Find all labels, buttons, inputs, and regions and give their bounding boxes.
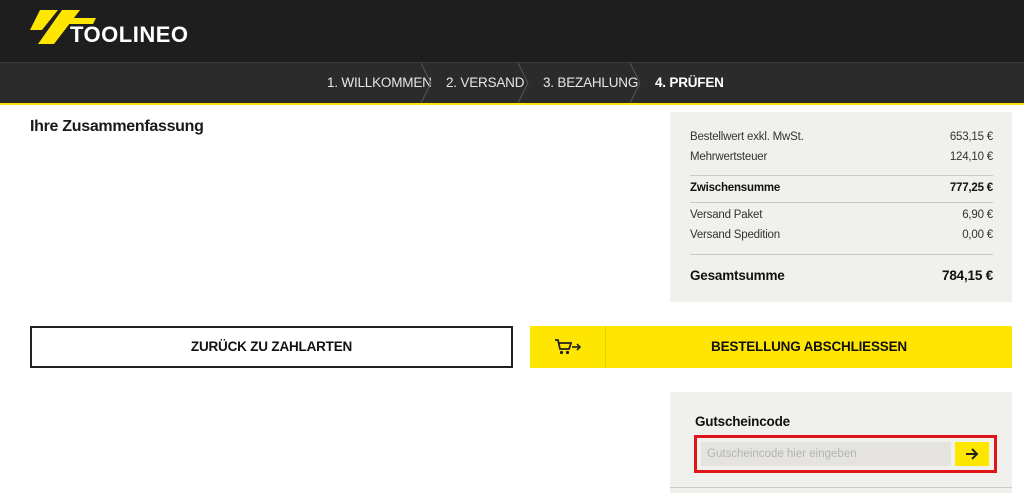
summary-divider: [690, 202, 993, 203]
step-versand[interactable]: 2. VERSAND: [446, 63, 524, 103]
step-separator-icon: [517, 63, 529, 103]
summary-value: 653,15 €: [949, 131, 993, 143]
place-order-label: BESTELLUNG ABSCHLIESSEN: [711, 339, 907, 354]
summary-label: Versand Paket: [690, 209, 763, 221]
step-bezahlung[interactable]: 3. BEZAHLUNG: [543, 63, 638, 103]
step-willkommen[interactable]: 1. WILLKOMMEN: [327, 63, 432, 103]
summary-divider: [690, 175, 993, 176]
cart-arrow-icon: [555, 339, 582, 355]
step-separator-icon: [629, 63, 641, 103]
back-to-payment-button[interactable]: ZURÜCK ZU ZAHLARTEN: [30, 326, 513, 368]
summary-value: 784,15 €: [942, 268, 993, 283]
site-header: TOOLINEO: [0, 0, 1024, 62]
step-pruefen[interactable]: 4. PRÜFEN: [655, 63, 724, 103]
summary-divider: [690, 254, 993, 255]
accent-bar: [0, 103, 1024, 105]
voucher-submit-button[interactable]: [955, 442, 989, 466]
voucher-divider: [670, 487, 1012, 493]
checkout-steps: 1. WILLKOMMEN 2. VERSAND 3. BEZAHLUNG 4.…: [0, 62, 1024, 103]
logo-text: TOOLINEO: [70, 22, 189, 47]
place-order-button[interactable]: BESTELLUNG ABSCHLIESSEN: [530, 326, 1012, 368]
summary-value: 0,00 €: [962, 229, 993, 241]
page-title: Ihre Zusammenfassung: [30, 118, 204, 135]
voucher-code-input[interactable]: [701, 442, 951, 466]
step-separator-icon: [420, 63, 432, 103]
order-summary: Bestellwert exkl. MwSt. 653,15 € Mehrwer…: [670, 112, 1012, 302]
voucher-panel: Gutscheincode: [670, 392, 1012, 493]
summary-value: 6,90 €: [962, 209, 993, 221]
summary-label: Mehrwertsteuer: [690, 151, 768, 163]
summary-label: Zwischensumme: [690, 182, 781, 194]
summary-label: Gesamtsumme: [690, 268, 785, 283]
voucher-highlight-frame: [694, 435, 997, 473]
summary-label: Versand Spedition: [690, 229, 780, 241]
arrow-right-icon: [966, 448, 979, 460]
summary-label: Bestellwert exkl. MwSt.: [690, 131, 804, 143]
summary-value: 777,25 €: [949, 182, 993, 194]
summary-value: 124,10 €: [949, 151, 993, 163]
voucher-title: Gutscheincode: [695, 414, 790, 429]
